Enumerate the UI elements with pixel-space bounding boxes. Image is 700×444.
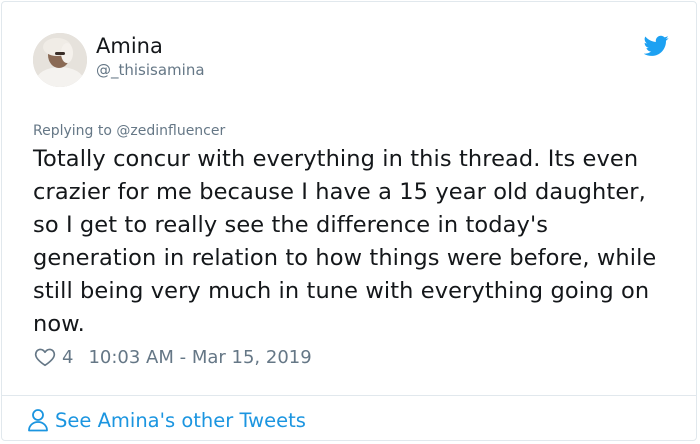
author-handle[interactable]: @_thisisamina bbox=[96, 60, 205, 80]
timestamp[interactable]: 10:03 AM - Mar 15, 2019 bbox=[88, 347, 311, 368]
replying-to-handle[interactable]: @zedinfluencer bbox=[116, 123, 225, 139]
twitter-bird-icon[interactable] bbox=[644, 35, 669, 57]
replying-to: Replying to @zedinfluencer bbox=[33, 122, 225, 140]
avatar[interactable] bbox=[33, 33, 87, 87]
author-name[interactable]: Amina bbox=[96, 33, 163, 59]
person-icon bbox=[28, 409, 48, 432]
tweet-card: Amina @_thisisamina Replying to @zedinfl… bbox=[1, 1, 697, 441]
tweet-meta: 4 10:03 AM - Mar 15, 2019 bbox=[34, 345, 312, 369]
heart-icon[interactable] bbox=[34, 346, 56, 368]
avatar-image bbox=[33, 33, 87, 87]
divider bbox=[2, 395, 696, 396]
see-other-tweets-link[interactable]: See Amina's other Tweets bbox=[27, 406, 306, 434]
like-count[interactable]: 4 bbox=[62, 347, 73, 368]
tweet-text: Totally concur with everything in this t… bbox=[33, 146, 657, 337]
see-other-tweets-label[interactable]: See Amina's other Tweets bbox=[55, 409, 306, 432]
replying-prefix: Replying to bbox=[33, 123, 117, 139]
